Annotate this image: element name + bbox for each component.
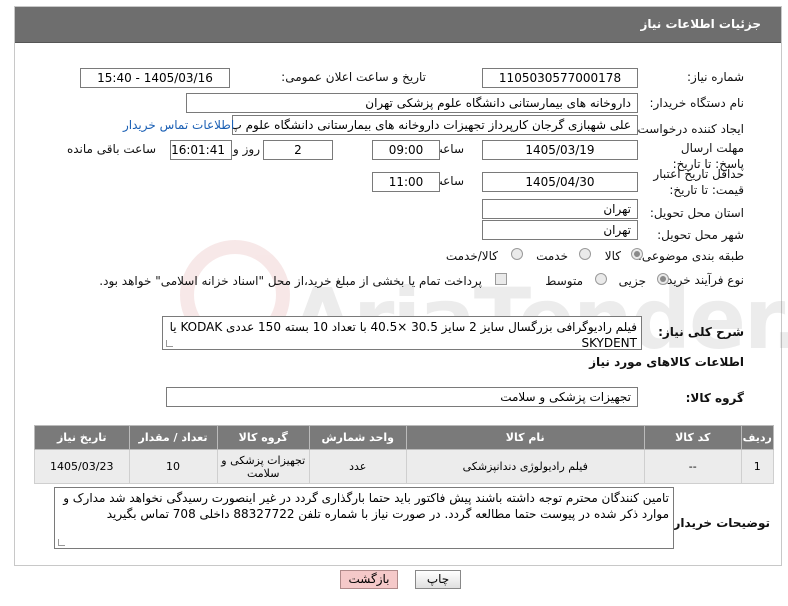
process-label: نوع فرآیند خرید :: [659, 273, 744, 287]
buyer-notes-textarea[interactable]: تامین کنندگان محترم توجه داشته باشند پیش…: [54, 487, 674, 549]
buyer-org-field[interactable]: داروخانه های بیمارستانی دانشگاه علوم پزش…: [186, 93, 638, 113]
cell-unit: عدد: [308, 449, 407, 484]
col-quantity: تعداد / مقدار: [128, 425, 218, 450]
buyer-contact-link[interactable]: اطلاعات تماس خریدار: [123, 118, 234, 132]
header-bar: جزئیات اطلاعات نیاز: [15, 7, 781, 43]
days-label: روز و: [233, 142, 260, 156]
page-title: جزئیات اطلاعات نیاز: [640, 17, 761, 31]
col-unit: واحد شمارش: [308, 425, 407, 450]
cell-name: فیلم رادیولوژی دندانپزشکی: [405, 449, 645, 484]
category-option-goods-service: کالا/خدمت: [445, 249, 498, 263]
city-label: شهر محل تحویل:: [657, 228, 744, 242]
price-date-field[interactable]: 1405/04/30: [482, 172, 638, 192]
cell-date: 1405/03/23: [34, 449, 130, 484]
cell-code: --: [643, 449, 742, 484]
process-option-medium: متوسط: [545, 274, 583, 288]
reply-time-field[interactable]: 09:00: [372, 140, 440, 160]
col-group: گروه کالا: [216, 425, 310, 450]
goods-group-label: گروه کالا:: [685, 391, 744, 405]
buyer-notes-text: تامین کنندگان محترم توجه داشته باشند پیش…: [63, 491, 669, 521]
col-code: کد کالا: [643, 425, 742, 450]
remaining-time-field[interactable]: 16:01:41: [170, 140, 232, 160]
process-radio-minor[interactable]: [657, 273, 669, 285]
col-date: تاریخ نیاز: [34, 425, 130, 450]
buyer-notes-label: توضیحات خریدار:: [668, 516, 770, 530]
need-number-field[interactable]: 1105030577000178: [482, 68, 638, 88]
table-header-row: ردیف کد کالا نام کالا واحد شمارش گروه کا…: [34, 425, 775, 450]
col-row: ردیف: [740, 425, 775, 450]
resize-grip-icon[interactable]: [166, 340, 173, 347]
process-radio-medium[interactable]: [595, 273, 607, 285]
print-button[interactable]: چاپ: [415, 570, 461, 589]
cell-quantity: 10: [128, 449, 218, 484]
category-radio-goods-service[interactable]: [511, 248, 523, 260]
city-field[interactable]: تهران: [482, 220, 638, 240]
cell-group: تجهیزات پزشکی و سلامت: [216, 449, 310, 484]
process-option-minor: جزیی: [618, 274, 646, 288]
remaining-label: ساعت باقی مانده: [66, 142, 156, 156]
buyer-org-label: نام دستگاه خریدار:: [649, 96, 745, 110]
treasury-payment-checkbox[interactable]: [495, 273, 507, 285]
category-radio-goods[interactable]: [631, 248, 643, 260]
description-text: فیلم رادیوگرافی بزرگسال سایز 2 سایز 30.5…: [169, 320, 637, 350]
goods-table: ردیف کد کالا نام کالا واحد شمارش گروه کا…: [34, 425, 775, 484]
reply-date-field[interactable]: 1405/03/19: [482, 140, 638, 160]
goods-group-field[interactable]: تجهیزات پزشکی و سلامت: [166, 387, 638, 407]
price-time-field[interactable]: 11:00: [372, 172, 440, 192]
category-label: طبقه بندی موضوعی:: [637, 249, 744, 263]
creator-field[interactable]: علی شهبازی گرجان کارپرداز تجهیزات داروخا…: [232, 115, 638, 135]
days-field[interactable]: 2: [263, 140, 333, 160]
need-number-label: شماره نیاز:: [687, 70, 744, 84]
creator-label: ایجاد کننده درخواست:: [633, 122, 744, 136]
cell-row: 1: [740, 449, 775, 484]
announce-field[interactable]: 1405/03/16 - 15:40: [80, 68, 230, 88]
goods-info-title: اطلاعات کالاهای مورد نیاز: [589, 355, 744, 369]
description-label: شرح کلی نیاز:: [658, 325, 744, 339]
back-button[interactable]: بازگشت: [340, 570, 398, 589]
payment-note: پرداخت تمام یا بخشی از مبلغ خرید،از محل …: [99, 274, 482, 288]
province-label: استان محل تحویل:: [649, 206, 744, 220]
table-row[interactable]: 1 -- فیلم رادیولوژی دندانپزشکی عدد تجهیز…: [34, 449, 775, 484]
col-name: نام کالا: [405, 425, 645, 450]
category-radio-service[interactable]: [579, 248, 591, 260]
price-deadline-label: حداقل تاریخ اعتبار قیمت: تا تاریخ:: [653, 167, 744, 197]
category-option-service: خدمت: [536, 249, 568, 263]
province-field[interactable]: تهران: [482, 199, 638, 219]
announce-label: تاریخ و ساعت اعلان عمومی:: [281, 70, 426, 84]
category-option-goods: کالا: [604, 249, 621, 263]
description-textarea[interactable]: فیلم رادیوگرافی بزرگسال سایز 2 سایز 30.5…: [162, 316, 642, 350]
resize-grip-icon[interactable]: [58, 539, 65, 546]
